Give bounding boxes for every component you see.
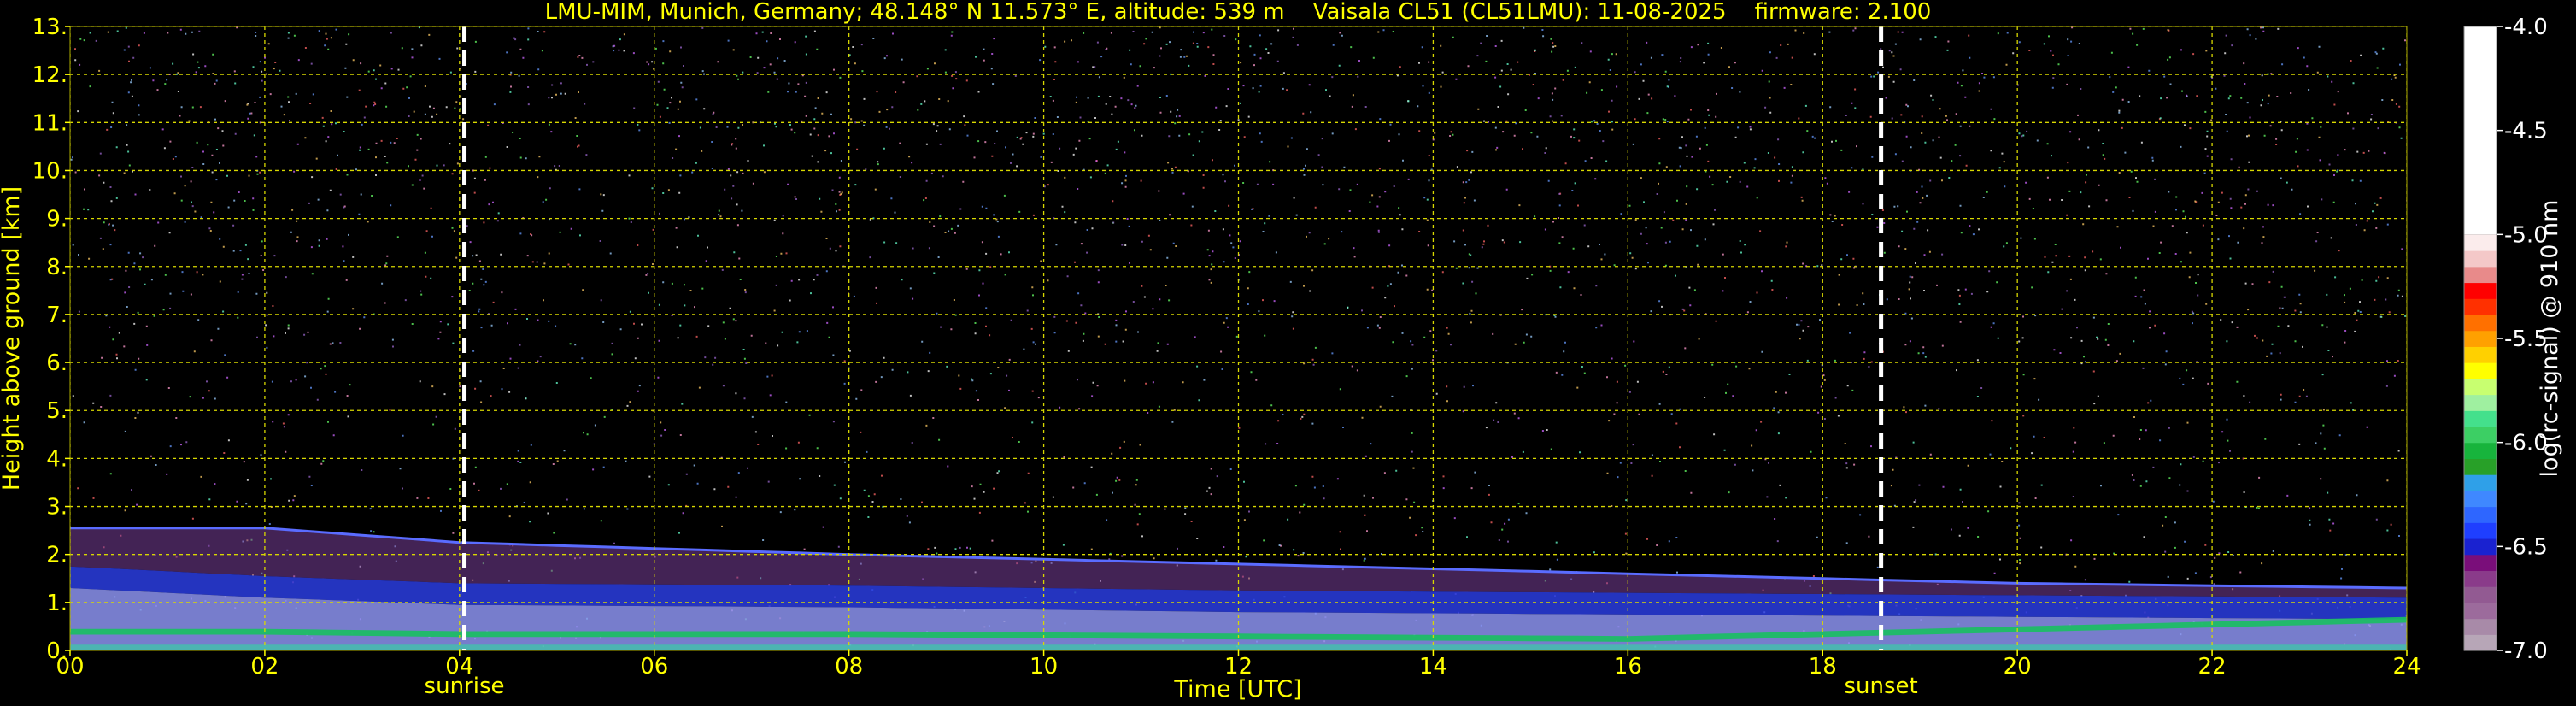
- colorbar-segment: [2464, 250, 2497, 268]
- colorbar-tick-label: -7.0: [2504, 638, 2548, 664]
- colorbar-segment: [2464, 458, 2497, 475]
- chart-title: LMU-MIM, Munich, Germany; 48.148° N 11.5…: [545, 0, 1932, 25]
- x-tick-label: 16: [1614, 654, 1642, 680]
- colorbar-tick-label: -4.0: [2504, 15, 2548, 40]
- colorbar-segment: [2464, 346, 2497, 363]
- y-tick-label: 5.: [46, 398, 67, 424]
- colorbar-segment: [2464, 330, 2497, 347]
- y-tick-label: 13.: [32, 15, 67, 40]
- x-axis-label: Time [UTC]: [1173, 676, 1301, 703]
- x-tick-label: 02: [250, 654, 279, 680]
- x-tick-label: 08: [835, 654, 863, 680]
- colorbar-segment: [2464, 490, 2497, 508]
- colorbar-segment: [2464, 506, 2497, 523]
- colorbar-segment: [2464, 426, 2497, 444]
- x-tick-label: 14: [1419, 654, 1447, 680]
- colorbar-segment: [2464, 282, 2497, 299]
- colorbar-tick-label: -6.5: [2504, 534, 2548, 560]
- y-tick-label: 1.: [46, 591, 67, 616]
- colorbar-segment: [2464, 538, 2497, 556]
- x-tick-label: 22: [2198, 654, 2227, 680]
- y-tick-label: 8.: [46, 255, 67, 280]
- colorbar-segment: [2464, 314, 2497, 332]
- colorbar-segment: [2464, 362, 2497, 379]
- colorbar: [2463, 26, 2497, 651]
- colorbar-segment: [2464, 378, 2497, 396]
- sunset-label: sunset: [1845, 674, 1918, 699]
- colorbar-tick-label: -4.5: [2504, 119, 2548, 144]
- colorbar-segment: [2464, 394, 2497, 411]
- colorbar-segment: [2464, 410, 2497, 427]
- colorbar-label: log(rc-signal) @ 910 nm: [2537, 200, 2563, 478]
- colorbar-segment: [2464, 602, 2497, 620]
- colorbar-segment: [2464, 570, 2497, 587]
- plot-area: [70, 26, 2407, 650]
- y-tick-label: 2.: [46, 543, 67, 568]
- y-tick-label: 12.: [32, 62, 67, 88]
- colorbar-segment: [2464, 234, 2497, 251]
- y-tick-label: 7.: [46, 303, 67, 328]
- colorbar-segment: [2464, 586, 2497, 603]
- y-tick-label: 10.: [32, 158, 67, 184]
- ceilometer-chart: LMU-MIM, Munich, Germany; 48.148° N 11.5…: [0, 0, 2576, 706]
- y-tick-label: 11.: [32, 110, 67, 136]
- y-tick-label: 9.: [46, 207, 67, 232]
- colorbar-segment: [2464, 554, 2497, 572]
- x-tick-label: 24: [2392, 654, 2421, 680]
- x-tick-label: 06: [640, 654, 668, 680]
- y-axis-label: Height above ground [km]: [0, 186, 25, 491]
- colorbar-segment: [2464, 522, 2497, 539]
- x-tick-label: 10: [1030, 654, 1058, 680]
- colorbar-segment: [2464, 442, 2497, 459]
- colorbar-segment: [2464, 266, 2497, 284]
- colorbar-segment: [2464, 634, 2497, 651]
- colorbar-segment-white: [2464, 26, 2497, 235]
- y-tick-label: 4.: [46, 446, 67, 472]
- colorbar-segment: [2464, 474, 2497, 491]
- y-tick-label: 6.: [46, 350, 67, 376]
- x-tick-label: 20: [2004, 654, 2032, 680]
- y-tick-label: 3.: [46, 495, 67, 521]
- y-tick-label: 0.: [46, 638, 67, 664]
- x-tick-label: 18: [1809, 654, 1837, 680]
- colorbar-segment: [2464, 298, 2497, 315]
- colorbar-segment: [2464, 618, 2497, 635]
- sunrise-label: sunrise: [425, 674, 505, 699]
